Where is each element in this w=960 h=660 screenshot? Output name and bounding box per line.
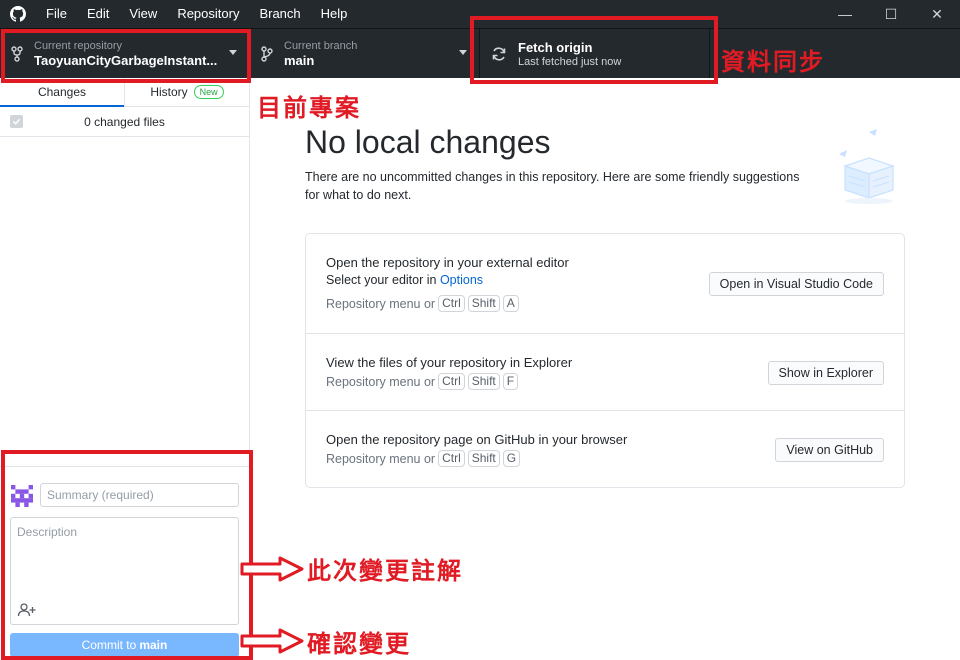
- tab-changes-label: Changes: [37, 85, 87, 99]
- menu-repository[interactable]: Repository: [167, 0, 249, 28]
- annotation-confirm-label: 確認變更: [307, 629, 411, 658]
- annotation-box-fetch: [470, 16, 718, 84]
- suggestion-subtitle-text: Select your editor in: [326, 273, 440, 287]
- key-f: F: [502, 373, 519, 390]
- checkmark-icon: [12, 118, 21, 125]
- window-controls: — ☐ ✕: [822, 0, 960, 28]
- options-link[interactable]: Options: [440, 273, 483, 287]
- chevron-down-icon: [459, 50, 467, 55]
- open-in-vscode-button[interactable]: Open in Visual Studio Code: [708, 272, 884, 296]
- menu-file[interactable]: File: [36, 0, 77, 28]
- current-branch-label: Current branch: [284, 39, 358, 52]
- key-shift: Shift: [467, 295, 500, 312]
- shortcut-hint: Repository menu or Ctrl Shift A: [326, 295, 519, 312]
- page-title: No local changes: [305, 124, 551, 160]
- suggestion-open-editor: Open the repository in your external edi…: [306, 234, 904, 334]
- menu-bar: File Edit View Repository Branch Help: [36, 0, 357, 28]
- show-in-explorer-button[interactable]: Show in Explorer: [767, 361, 884, 385]
- current-branch-name: main: [284, 52, 315, 68]
- annotation-sync-label: 資料同步: [721, 47, 825, 76]
- key-ctrl: Ctrl: [438, 450, 465, 467]
- minimize-button[interactable]: —: [822, 0, 868, 28]
- maximize-button[interactable]: ☐: [868, 0, 914, 28]
- page-description: There are no uncommitted changes in this…: [305, 170, 800, 202]
- changes-header: 0 changed files: [0, 107, 249, 137]
- suggestion-title: Open the repository page on GitHub in yo…: [326, 432, 628, 447]
- arrow-right-icon: [240, 556, 304, 582]
- shortcut-prefix: Repository menu or: [326, 451, 436, 466]
- shortcut-prefix: Repository menu or: [326, 374, 436, 389]
- select-all-checkbox[interactable]: [10, 115, 23, 128]
- suggestion-show-explorer: View the files of your repository in Exp…: [306, 334, 904, 411]
- empty-state-illustration-icon: [831, 126, 911, 206]
- key-g: G: [502, 450, 521, 467]
- current-branch-button[interactable]: Current branch main: [250, 29, 480, 79]
- annotation-box-repository: [1, 29, 251, 83]
- suggestion-subtitle: Select your editor in Options: [326, 273, 483, 287]
- suggestion-title: View the files of your repository in Exp…: [326, 355, 573, 370]
- branch-icon: [250, 46, 284, 62]
- shortcut-hint: Repository menu or Ctrl Shift F: [326, 373, 519, 390]
- suggestions-panel: Open the repository in your external edi…: [305, 233, 905, 488]
- view-on-github-button[interactable]: View on GitHub: [775, 438, 884, 462]
- menu-branch[interactable]: Branch: [249, 0, 310, 28]
- shortcut-hint: Repository menu or Ctrl Shift G: [326, 450, 521, 467]
- changed-files-count: 0 changed files: [84, 114, 165, 129]
- close-button[interactable]: ✕: [914, 0, 960, 28]
- suggestion-view-github: Open the repository page on GitHub in yo…: [306, 411, 904, 488]
- github-logo-icon: [0, 0, 36, 28]
- menu-edit[interactable]: Edit: [77, 0, 119, 28]
- key-shift: Shift: [467, 373, 500, 390]
- key-ctrl: Ctrl: [438, 295, 465, 312]
- annotation-project-label: 目前專案: [257, 93, 361, 122]
- annotation-box-commit: [1, 450, 253, 660]
- key-a: A: [502, 295, 519, 312]
- key-ctrl: Ctrl: [438, 373, 465, 390]
- key-shift: Shift: [467, 450, 500, 467]
- arrow-right-icon: [240, 628, 304, 654]
- suggestion-title: Open the repository in your external edi…: [326, 255, 569, 270]
- menu-view[interactable]: View: [119, 0, 167, 28]
- new-badge: New: [193, 85, 224, 99]
- shortcut-prefix: Repository menu or: [326, 296, 436, 311]
- annotation-commit-note-label: 此次變更註解: [307, 556, 463, 585]
- tab-history-label: History: [150, 85, 188, 99]
- menu-help[interactable]: Help: [311, 0, 358, 28]
